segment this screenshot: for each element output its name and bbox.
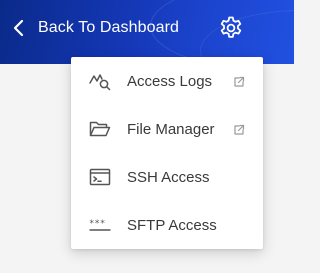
external-link-icon xyxy=(233,75,245,87)
settings-dropdown-menu: Access Logs File Manager SSH Access *** … xyxy=(71,57,263,249)
menu-item-ssh-access[interactable]: SSH Access xyxy=(71,153,263,201)
terminal-icon xyxy=(88,165,112,189)
menu-item-access-logs[interactable]: Access Logs xyxy=(71,57,263,105)
menu-item-label: Access Logs xyxy=(127,72,213,90)
menu-item-file-manager[interactable]: File Manager xyxy=(71,105,263,153)
menu-item-label: SFTP Access xyxy=(127,216,217,234)
back-to-dashboard-link[interactable]: Back To Dashboard xyxy=(12,16,179,40)
back-to-dashboard-label: Back To Dashboard xyxy=(38,19,180,36)
gear-icon[interactable] xyxy=(218,15,244,41)
folder-open-icon xyxy=(88,117,112,141)
svg-text:***: *** xyxy=(89,219,105,229)
activity-search-icon xyxy=(88,69,112,93)
password-dots-icon: *** xyxy=(88,213,112,237)
external-link-icon xyxy=(233,123,245,135)
menu-item-label: File Manager xyxy=(127,120,215,138)
chevron-left-icon xyxy=(12,19,26,37)
top-header: Back To Dashboard xyxy=(0,0,294,64)
menu-item-sftp-access[interactable]: *** SFTP Access xyxy=(71,201,263,249)
menu-item-label: SSH Access xyxy=(127,168,210,186)
